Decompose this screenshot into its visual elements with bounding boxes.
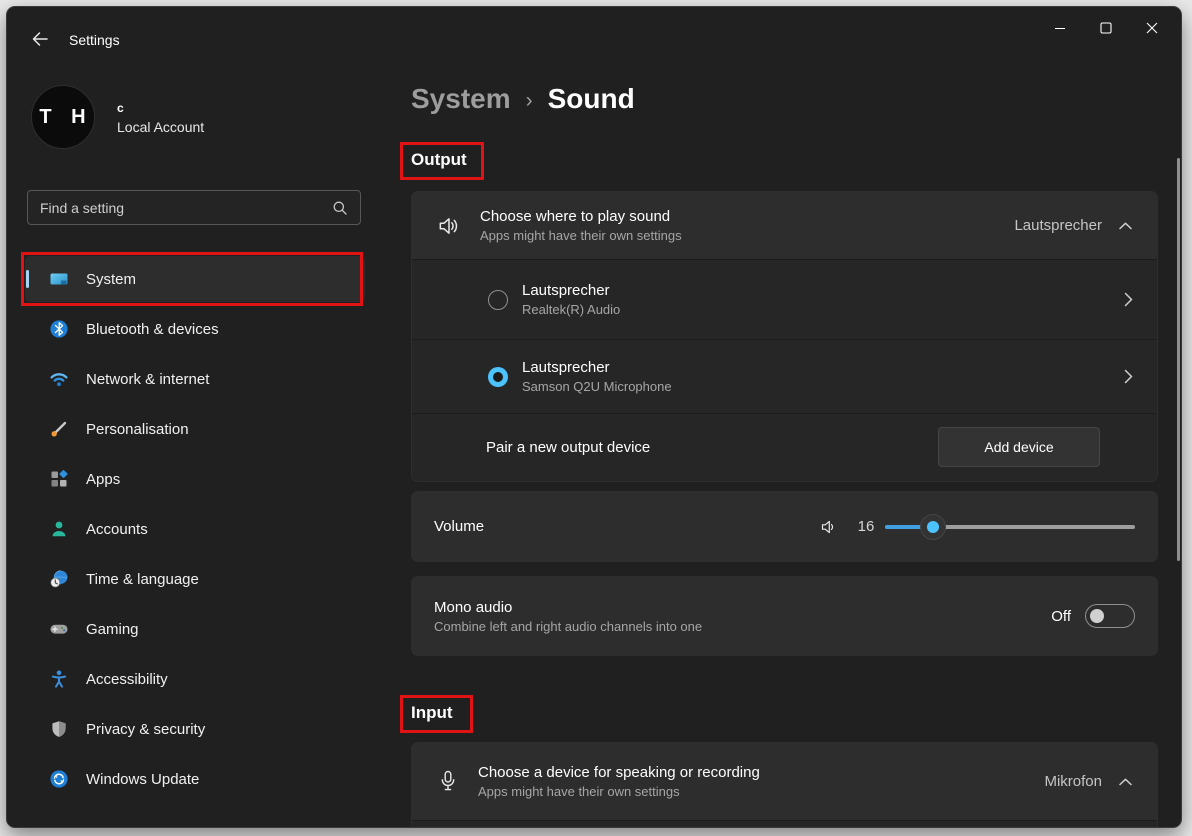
mono-toggle-state: Off <box>1051 608 1071 625</box>
window-controls <box>1037 11 1175 45</box>
device-description: Realtek(R) Audio <box>522 302 620 317</box>
sidebar-item-label: Bluetooth & devices <box>86 321 219 338</box>
speaker-icon <box>436 213 462 239</box>
breadcrumb: System › Sound <box>411 83 635 115</box>
sidebar-item-time-language[interactable]: Time & language <box>25 556 365 602</box>
device-name: Lautsprecher <box>522 359 672 376</box>
wifi-icon <box>49 369 69 389</box>
pair-device-row: Pair a new output device Add device <box>412 413 1157 480</box>
mono-audio-title: Mono audio <box>434 599 702 616</box>
apps-icon <box>49 469 69 489</box>
gamepad-icon <box>49 619 69 639</box>
minimize-icon <box>1054 22 1066 34</box>
selection-pill <box>26 270 29 288</box>
sidebar-item-label: Time & language <box>86 571 199 588</box>
sidebar-item-apps[interactable]: Apps <box>25 456 365 502</box>
shield-icon <box>49 719 69 739</box>
sidebar-item-label: Windows Update <box>86 771 199 788</box>
sidebar-item-label: Personalisation <box>86 421 189 438</box>
page-title: Sound <box>548 83 635 115</box>
minimize-button[interactable] <box>1037 11 1083 45</box>
sidebar-item-label: Accessibility <box>86 671 168 688</box>
mono-audio-card: Mono audio Combine left and right audio … <box>411 576 1158 656</box>
output-chooser-row[interactable]: Choose where to play sound Apps might ha… <box>412 192 1157 259</box>
volume-speaker-icon[interactable] <box>819 517 839 537</box>
device-name: Lautsprecher <box>522 282 620 299</box>
app-title: Settings <box>69 32 120 48</box>
chevron-right-icon <box>1124 292 1133 307</box>
close-button[interactable] <box>1129 11 1175 45</box>
chevron-right-icon <box>1124 369 1133 384</box>
system-icon <box>49 269 69 289</box>
sidebar-item-privacy-security[interactable]: Privacy & security <box>25 706 365 752</box>
sidebar-item-label: Privacy & security <box>86 721 205 738</box>
sidebar-item-system[interactable]: System <box>25 256 365 302</box>
bluetooth-icon <box>49 319 69 339</box>
back-button[interactable] <box>25 27 55 51</box>
sidebar-item-label: Accounts <box>86 521 148 538</box>
chevron-up-icon <box>1119 778 1132 786</box>
sidebar-item-gaming[interactable]: Gaming <box>25 606 365 652</box>
settings-window: Settings T H c Local Account System <box>6 6 1182 828</box>
search-input[interactable] <box>28 200 332 216</box>
volume-slider[interactable] <box>885 514 1135 540</box>
output-selected-device-value: Lautsprecher <box>1014 217 1102 234</box>
output-device-card: Choose where to play sound Apps might ha… <box>411 191 1158 482</box>
sidebar-nav: System Bluetooth & devices Network & int… <box>25 256 365 806</box>
search-icon <box>332 200 348 216</box>
slider-thumb[interactable] <box>920 514 946 540</box>
scrollbar-thumb[interactable] <box>1177 158 1180 561</box>
maximize-icon <box>1100 22 1112 34</box>
sidebar-item-personalisation[interactable]: Personalisation <box>25 406 365 452</box>
radio-selected[interactable] <box>488 367 508 387</box>
close-icon <box>1146 22 1158 34</box>
input-device-row-clipped[interactable] <box>412 820 1157 828</box>
device-description: Samson Q2U Microphone <box>522 379 672 394</box>
breadcrumb-separator-icon: › <box>526 86 533 113</box>
update-icon <box>49 769 69 789</box>
volume-value: 16 <box>853 518 879 535</box>
sidebar-item-label: Apps <box>86 471 120 488</box>
maximize-button[interactable] <box>1083 11 1129 45</box>
breadcrumb-parent[interactable]: System <box>411 83 511 115</box>
input-chooser-subtitle: Apps might have their own settings <box>478 784 760 799</box>
mono-toggle[interactable] <box>1085 604 1135 628</box>
volume-card: Volume 16 <box>411 491 1158 562</box>
device-row-realtek[interactable]: Lautsprecher Realtek(R) Audio <box>412 259 1157 339</box>
accessibility-person-icon <box>49 669 69 689</box>
output-chooser-subtitle: Apps might have their own settings <box>480 228 682 243</box>
sidebar-item-label: Network & internet <box>86 371 209 388</box>
clock-globe-icon <box>49 569 69 589</box>
sidebar-item-bluetooth-devices[interactable]: Bluetooth & devices <box>25 306 365 352</box>
sidebar-item-windows-update[interactable]: Windows Update <box>25 756 365 802</box>
sidebar-item-label: Gaming <box>86 621 139 638</box>
input-chooser-row[interactable]: Choose a device for speaking or recordin… <box>412 743 1157 820</box>
output-chooser-title: Choose where to play sound <box>480 208 682 225</box>
microphone-icon <box>436 769 460 795</box>
person-icon <box>49 519 69 539</box>
pair-device-label: Pair a new output device <box>486 439 650 456</box>
sidebar-item-network-internet[interactable]: Network & internet <box>25 356 365 402</box>
output-section-label: Output <box>411 150 467 170</box>
account-type: Local Account <box>117 119 204 135</box>
sidebar-item-accessibility[interactable]: Accessibility <box>25 656 365 702</box>
input-chooser-title: Choose a device for speaking or recordin… <box>478 764 760 781</box>
account-name: c <box>117 101 124 115</box>
chevron-up-icon <box>1119 222 1132 230</box>
volume-label: Volume <box>434 518 484 535</box>
input-selected-device-value: Mikrofon <box>1044 773 1102 790</box>
device-row-samson[interactable]: Lautsprecher Samson Q2U Microphone <box>412 339 1157 413</box>
input-section-label: Input <box>411 703 453 723</box>
toggle-knob <box>1090 609 1104 623</box>
back-arrow-icon <box>31 31 49 47</box>
sidebar-item-accounts[interactable]: Accounts <box>25 506 365 552</box>
avatar[interactable]: T H <box>31 85 95 149</box>
paintbrush-icon <box>49 419 69 439</box>
sidebar-item-label: System <box>86 271 136 288</box>
add-device-button[interactable]: Add device <box>938 427 1100 467</box>
search-box <box>27 190 361 225</box>
input-device-card: Choose a device for speaking or recordin… <box>411 742 1158 828</box>
radio-unselected[interactable] <box>488 290 508 310</box>
mono-audio-subtitle: Combine left and right audio channels in… <box>434 619 702 634</box>
